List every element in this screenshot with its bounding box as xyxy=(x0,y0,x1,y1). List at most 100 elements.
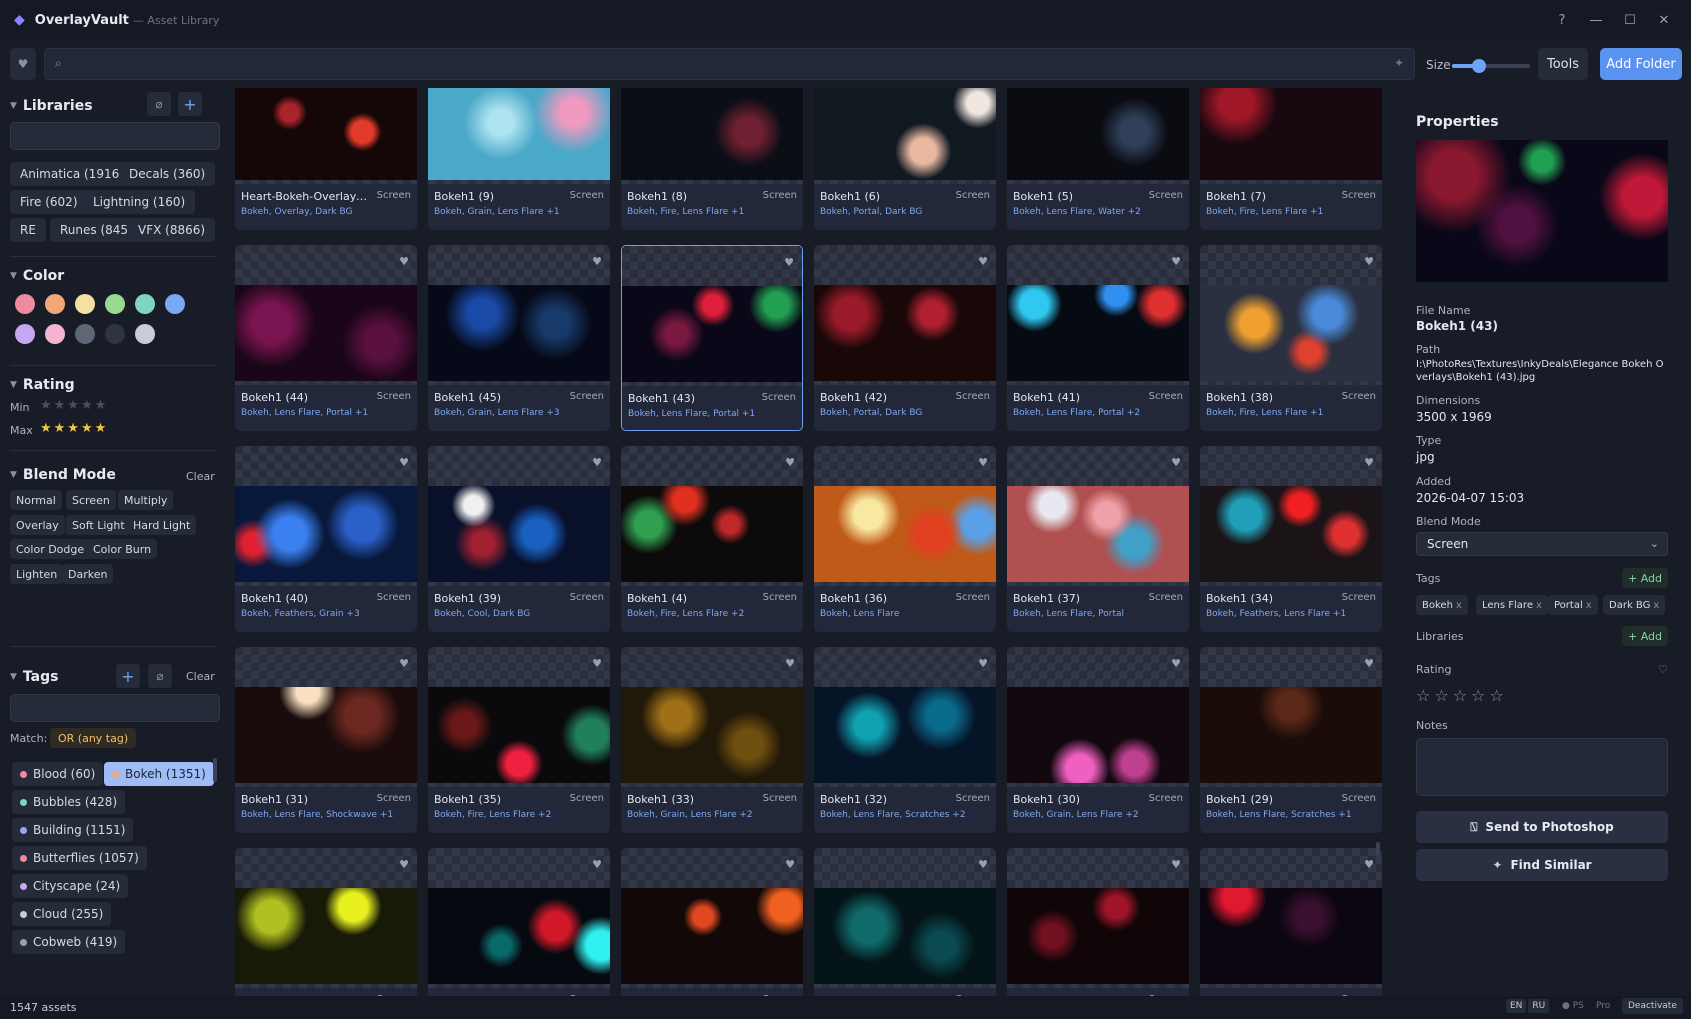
heart-icon[interactable]: ♥ xyxy=(399,858,409,871)
tag-chip-building[interactable]: Building (1151) xyxy=(12,818,134,842)
blend-mode-select[interactable]: Screen ⌄ xyxy=(1416,532,1668,556)
heart-icon[interactable]: ♥ xyxy=(785,858,795,871)
match-mode-toggle[interactable]: OR (any tag) xyxy=(50,728,137,748)
asset-card[interactable]: ♥Bokeh1 (5)ScreenBokeh, Lens Flare, Wate… xyxy=(1007,88,1189,230)
remove-tag-icon[interactable]: x xyxy=(1586,600,1592,611)
tag-chip-butterflies[interactable]: Butterflies (1057) xyxy=(12,846,147,870)
heart-icon[interactable]: ♥ xyxy=(1364,657,1374,670)
tag-chip-cityscape[interactable]: Cityscape (24) xyxy=(12,874,129,898)
send-to-photoshop-button[interactable]: ⍂ Send to Photoshop xyxy=(1416,811,1668,843)
blend-chip-multiply[interactable]: Multiply xyxy=(118,490,174,510)
heart-icon[interactable]: ♥ xyxy=(1171,255,1181,268)
color-swatch[interactable] xyxy=(45,324,65,344)
blend-chip-color-burn[interactable]: Color Burn xyxy=(87,539,158,559)
asset-tag-portal[interactable]: Portal x xyxy=(1548,595,1598,615)
remove-tag-icon[interactable]: x xyxy=(1456,600,1462,611)
library-chip-animatica[interactable]: Animatica (1916) xyxy=(10,162,134,186)
deactivate-button[interactable]: Deactivate xyxy=(1622,998,1683,1014)
search-input[interactable]: ⌕ ✦ xyxy=(44,48,1415,80)
tag-chip-cloud[interactable]: Cloud (255) xyxy=(12,902,112,926)
maximize-icon[interactable]: ☐ xyxy=(1613,13,1647,28)
asset-card[interactable]: ♥ Bokeh1 (37) Screen Bokeh, Lens Flare, Por… xyxy=(1007,446,1189,632)
asset-tag-dark-bg[interactable]: Dark BG x xyxy=(1603,595,1666,615)
tools-button[interactable]: Tools xyxy=(1538,48,1588,80)
heart-icon[interactable]: ♥ xyxy=(399,657,409,670)
add-library-button[interactable]: + Add xyxy=(1622,626,1668,646)
color-header[interactable]: ▼ Color xyxy=(10,268,64,284)
asset-card[interactable]: ♥Bokeh1 (6)ScreenBokeh, Portal, Dark BG xyxy=(814,88,996,230)
heart-icon[interactable]: ♥ xyxy=(1364,858,1374,871)
color-swatch[interactable] xyxy=(75,324,95,344)
rating-min-stars[interactable]: ★★★★★ xyxy=(40,398,108,413)
color-swatch[interactable] xyxy=(45,294,65,314)
tag-chip-bubbles[interactable]: Bubbles (428) xyxy=(12,790,126,814)
heart-icon[interactable]: ♥ xyxy=(399,456,409,469)
add-library-button[interactable]: + xyxy=(178,92,202,116)
asset-card[interactable]: ♥Bokeh1 (8)ScreenBokeh, Fire, Lens Flare… xyxy=(621,88,803,230)
heart-icon[interactable]: ♥ xyxy=(1171,858,1181,871)
remove-tag-icon[interactable]: x xyxy=(1653,600,1659,611)
asset-card[interactable]: ♥ Bokeh1 (4) Screen Bokeh, Fire, Lens Flare… xyxy=(621,446,803,632)
asset-tag-bokeh[interactable]: Bokeh x xyxy=(1416,595,1468,615)
heart-icon[interactable]: ♥ xyxy=(978,255,988,268)
find-similar-button[interactable]: ✦ Find Similar xyxy=(1416,849,1668,881)
heart-icon[interactable]: ♥ xyxy=(978,858,988,871)
blend-chip-soft-light[interactable]: Soft Light xyxy=(66,515,131,535)
tag-search-input[interactable] xyxy=(10,694,220,722)
heart-icon[interactable]: ♥ xyxy=(1171,657,1181,670)
ai-search-icon[interactable]: ✦ xyxy=(1394,56,1404,70)
asset-card[interactable]: ♥ Bokeh1 (40) Screen Bokeh, Feathers, Grain… xyxy=(235,446,417,632)
color-swatch[interactable] xyxy=(15,324,35,344)
color-swatch[interactable] xyxy=(105,324,125,344)
heart-icon[interactable]: ♥ xyxy=(1171,456,1181,469)
asset-card[interactable]: ♥Bokeh1 (7)ScreenBokeh, Fire, Lens Flare… xyxy=(1200,88,1382,230)
asset-card[interactable]: ♥Bokeh1 (25)ScreenBokeh, Lens Flare, Scr… xyxy=(621,848,803,996)
asset-card[interactable]: ♥ Bokeh1 (33) Screen Bokeh, Grain, Lens Fla… xyxy=(621,647,803,833)
tags-clear-button[interactable]: Clear xyxy=(186,670,215,683)
heart-icon[interactable]: ♥ xyxy=(978,657,988,670)
library-chip-lightning[interactable]: Lightning (160) xyxy=(83,190,196,214)
asset-card[interactable]: ♥ Bokeh1 (34) Screen Bokeh, Feathers, Lens … xyxy=(1200,446,1382,632)
heart-icon[interactable]: ♥ xyxy=(592,657,602,670)
color-swatch[interactable] xyxy=(105,294,125,314)
asset-card[interactable]: ♥ Bokeh1 (30) Screen Bokeh, Grain, Lens Fla… xyxy=(1007,647,1189,833)
rating-max-stars[interactable]: ★★★★★ xyxy=(40,421,108,436)
size-slider[interactable] xyxy=(1452,59,1530,73)
asset-card[interactable]: ♥ Bokeh1 (43) Screen Bokeh, Lens Flare, Por… xyxy=(621,245,803,431)
blend-chip-color-dodge[interactable]: Color Dodge xyxy=(10,539,91,559)
rating-stars[interactable]: ☆☆☆☆☆ xyxy=(1416,686,1508,705)
asset-tag-lens-flare[interactable]: Lens Flare x xyxy=(1476,595,1548,615)
blend-mode-header[interactable]: ▼ Blend Mode xyxy=(10,467,116,483)
libraries-clear-button[interactable]: ⌀ xyxy=(147,92,171,116)
tag-chip-blood[interactable]: Blood (60) xyxy=(12,762,104,786)
add-tag-button[interactable]: + Add xyxy=(1622,568,1668,588)
add-folder-button[interactable]: Add Folder xyxy=(1600,48,1682,80)
asset-card[interactable]: ♥ Bokeh1 (39) Screen Bokeh, Cool, Dark BG xyxy=(428,446,610,632)
asset-card[interactable]: ♥Bokeh1 (27)ScreenBokeh, Lens Flare, Wat… xyxy=(814,848,996,996)
heart-icon[interactable]: ♥ xyxy=(978,456,988,469)
color-swatch[interactable] xyxy=(135,294,155,314)
heart-icon[interactable]: ♥ xyxy=(1364,255,1374,268)
notes-input[interactable] xyxy=(1416,738,1668,796)
asset-card[interactable]: ♥Bokeh1 (24)ScreenBokeh, Lens Flare, Wat… xyxy=(1200,848,1382,996)
blend-chip-normal[interactable]: Normal xyxy=(10,490,62,510)
asset-card[interactable]: ♥Heart-Bokeh-Overlay-Actio...ScreenBokeh… xyxy=(235,88,417,230)
grid-scrollbar[interactable] xyxy=(1376,842,1380,856)
favorites-filter-button[interactable]: ♥ xyxy=(10,48,36,80)
asset-card[interactable]: ♥ Bokeh1 (29) Screen Bokeh, Lens Flare, Scr… xyxy=(1200,647,1382,833)
library-chip-decals[interactable]: Decals (360) xyxy=(119,162,216,186)
heart-icon[interactable]: ♥ xyxy=(784,256,794,269)
remove-tag-icon[interactable]: x xyxy=(1536,600,1542,611)
heart-icon[interactable]: ♥ xyxy=(592,858,602,871)
asset-card[interactable]: ♥ Bokeh1 (44) Screen Bokeh, Lens Flare, Por… xyxy=(235,245,417,431)
library-chip-fire[interactable]: Fire (602) xyxy=(10,190,88,214)
close-icon[interactable]: ✕ xyxy=(1647,13,1681,28)
help-icon[interactable]: ? xyxy=(1545,13,1579,28)
asset-card[interactable]: ♥ Bokeh1 (41) Screen Bokeh, Lens Flare, Por… xyxy=(1007,245,1189,431)
blend-chip-screen[interactable]: Screen xyxy=(66,490,116,510)
language-en-button[interactable]: EN xyxy=(1506,999,1527,1013)
asset-card[interactable]: ♥ Bokeh1 (38) Screen Bokeh, Fire, Lens Flar… xyxy=(1200,245,1382,431)
asset-card[interactable]: ♥ Bokeh1 (35) Screen Bokeh, Fire, Lens Flar… xyxy=(428,647,610,833)
library-chip-re[interactable]: RE xyxy=(10,218,46,242)
asset-card[interactable]: ♥ Bokeh1 (36) Screen Bokeh, Lens Flare xyxy=(814,446,996,632)
